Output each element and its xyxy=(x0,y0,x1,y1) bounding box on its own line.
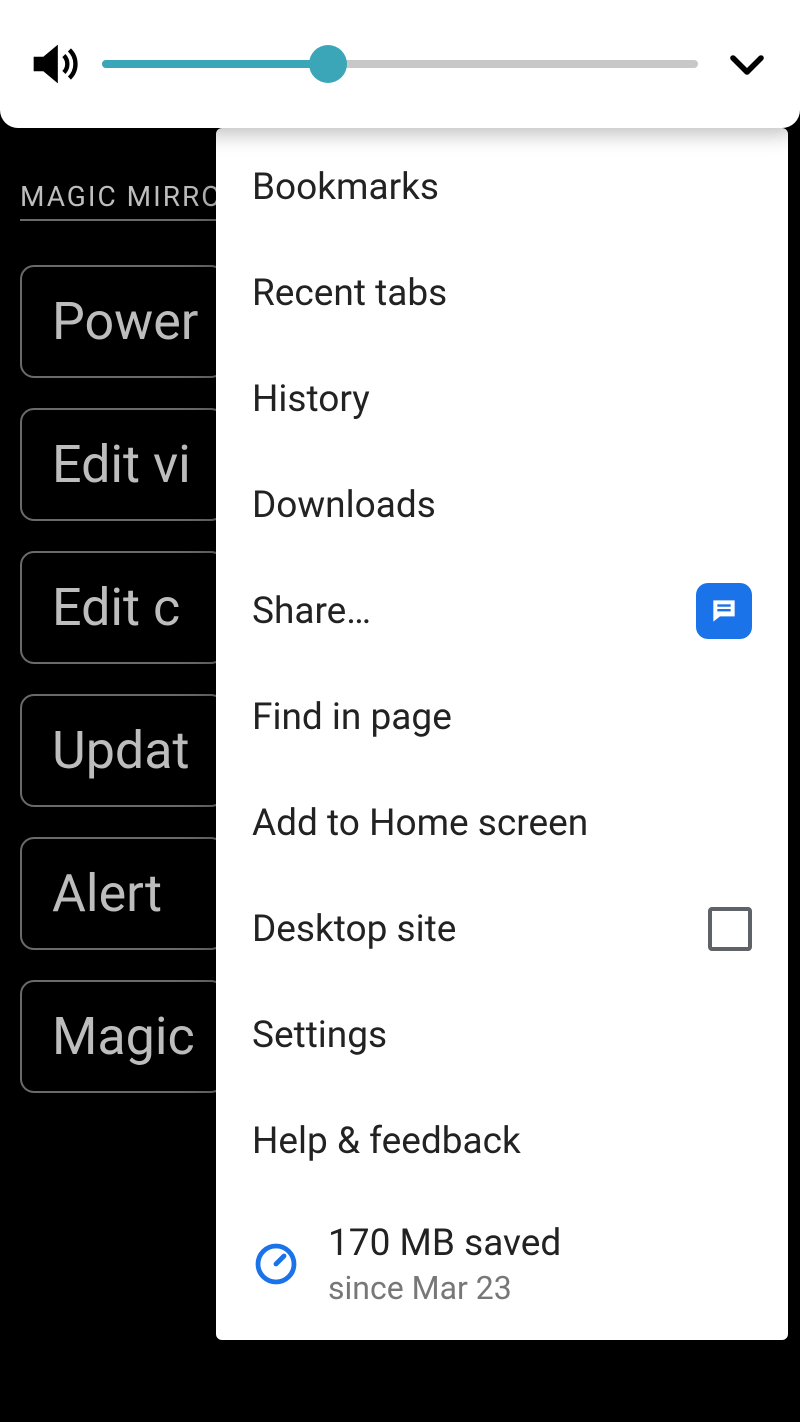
data-saver-text: 170 MB saved since Mar 23 xyxy=(328,1222,561,1307)
messages-app-icon[interactable] xyxy=(696,583,752,639)
bg-button[interactable]: Magic xyxy=(20,980,225,1093)
bg-button[interactable]: Updat xyxy=(20,694,225,807)
menu-item-share[interactable]: Share… xyxy=(216,558,788,664)
menu-item-downloads[interactable]: Downloads xyxy=(216,452,788,558)
menu-item-settings[interactable]: Settings xyxy=(216,982,788,1088)
menu-label: Find in page xyxy=(252,696,452,739)
bg-button[interactable]: Alert xyxy=(20,837,225,950)
menu-item-find-in-page[interactable]: Find in page xyxy=(216,664,788,770)
volume-slider[interactable] xyxy=(102,44,698,84)
page-heading: MAGIC MIRROR xyxy=(20,180,220,221)
menu-item-desktop-site[interactable]: Desktop site xyxy=(216,876,788,982)
menu-item-data-saver[interactable]: 170 MB saved since Mar 23 xyxy=(216,1204,788,1324)
gauge-icon xyxy=(252,1240,300,1288)
bg-button[interactable]: Power xyxy=(20,265,225,378)
data-saver-since: since Mar 23 xyxy=(328,1269,561,1307)
menu-label: Add to Home screen xyxy=(252,802,588,845)
slider-fill xyxy=(102,60,328,68)
menu-label: Recent tabs xyxy=(252,272,447,315)
volume-panel xyxy=(0,0,800,128)
chevron-down-icon[interactable] xyxy=(718,35,776,93)
menu-label: History xyxy=(252,378,370,421)
browser-menu: Bookmarks Recent tabs History Downloads … xyxy=(216,128,788,1340)
menu-label: Downloads xyxy=(252,484,436,527)
menu-item-help[interactable]: Help & feedback xyxy=(216,1088,788,1194)
menu-item-recent-tabs[interactable]: Recent tabs xyxy=(216,240,788,346)
slider-thumb[interactable] xyxy=(309,45,347,83)
bg-button[interactable]: Edit c xyxy=(20,551,225,664)
menu-item-bookmarks[interactable]: Bookmarks xyxy=(216,134,788,240)
speaker-icon[interactable] xyxy=(24,35,82,93)
menu-label: Settings xyxy=(252,1014,387,1057)
data-saver-amount: 170 MB saved xyxy=(328,1222,561,1265)
desktop-site-checkbox[interactable] xyxy=(708,907,752,951)
menu-label: Share… xyxy=(252,590,371,633)
menu-item-add-to-home[interactable]: Add to Home screen xyxy=(216,770,788,876)
menu-label: Help & feedback xyxy=(252,1120,521,1163)
menu-item-history[interactable]: History xyxy=(216,346,788,452)
bg-button[interactable]: Edit vi xyxy=(20,408,225,521)
menu-label: Bookmarks xyxy=(252,166,439,209)
menu-label: Desktop site xyxy=(252,908,456,951)
